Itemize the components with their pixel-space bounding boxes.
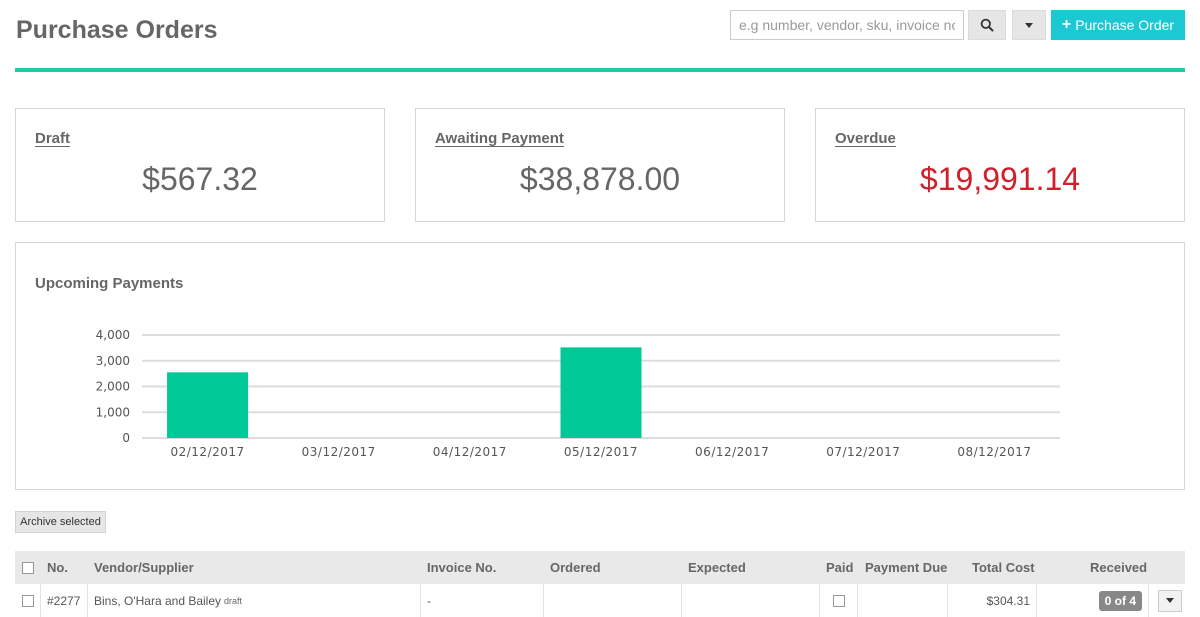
x-tick-label: 05/12/2017 [564,445,638,459]
overdue-label[interactable]: Overdue [835,130,896,147]
col-payment-due[interactable]: Payment Due [865,551,947,584]
draft-label[interactable]: Draft [35,130,70,147]
col-expected[interactable]: Expected [688,551,746,584]
y-tick-label: 2,000 [96,380,130,394]
overdue-value: $19,991.14 [919,161,1081,197]
row-vendor-name: Bins, O'Hara and Bailey [94,593,222,608]
col-total-cost[interactable]: Total Cost [972,551,1035,584]
y-tick-label: 0 [122,431,130,445]
draft-card: Draft $567.32 [15,108,385,222]
row-ordered [544,584,682,617]
overdue-card: Overdue $19,991.14 [815,108,1185,222]
filter-dropdown-button[interactable] [1012,10,1046,40]
x-tick-label: 08/12/2017 [957,445,1031,459]
caret-down-icon [1165,598,1174,603]
select-all-checkbox[interactable] [22,561,34,574]
x-tick-label: 04/12/2017 [433,445,507,459]
row-number[interactable]: #2277 [41,584,88,617]
bar [167,372,249,438]
col-received[interactable]: Received [1090,551,1147,584]
new-purchase-order-label: Purchase Order [1075,17,1175,33]
caret-down-icon [1025,22,1033,28]
y-tick-label: 4,000 [96,328,130,342]
col-no[interactable]: No. [47,551,68,584]
page-title: Purchase Orders [16,16,218,44]
upcoming-payments-panel: Upcoming Payments 0 1,000 2,000 3,000 4,000 0… [15,242,1185,490]
search-input[interactable] [730,10,964,40]
search-button[interactable] [968,10,1006,40]
header-divider [15,68,1185,72]
purchase-orders-table: No. Vendor/Supplier Invoice No. Ordered … [15,551,1185,617]
row-checkbox[interactable] [21,594,34,607]
x-tick-label: 03/12/2017 [302,445,376,459]
row-vendor[interactable]: Bins, O'Hara and Bailey draft [88,584,421,617]
row-actions-button[interactable] [1157,589,1182,612]
col-vendor[interactable]: Vendor/Supplier [94,551,194,584]
awaiting-payment-value: $38,878.00 [519,161,681,197]
plus-icon: + [1061,16,1072,33]
draft-tag: draft [224,595,243,606]
row-invoice: - [421,584,544,617]
row-total-cost: $304.31 [948,584,1037,617]
y-tick-label: 3,000 [96,354,130,368]
table-row[interactable]: #2277 Bins, O'Hara and Bailey draft - $30… [15,584,1185,617]
col-paid[interactable]: Paid [826,551,853,584]
x-tick-label: 07/12/2017 [826,445,900,459]
y-tick-label: 1,000 [96,405,130,419]
awaiting-payment-label[interactable]: Awaiting Payment [435,130,564,147]
upcoming-payments-chart: 0 1,000 2,000 3,000 4,000 02/12/2017 03/12/201… [96,328,1060,459]
x-tick-label: 06/12/2017 [695,445,769,459]
new-purchase-order-button[interactable]: + Purchase Order [1051,10,1185,40]
draft-value: $567.32 [142,161,258,197]
row-payment-due [858,584,948,617]
paid-checkbox[interactable] [832,594,845,607]
table-header: No. Vendor/Supplier Invoice No. Ordered … [15,551,1185,584]
search-icon [980,18,994,32]
col-ordered[interactable]: Ordered [550,551,601,584]
awaiting-payment-card: Awaiting Payment $38,878.00 [415,108,785,222]
bar [560,347,642,438]
archive-selected-button[interactable]: Archive selected [15,511,106,533]
col-invoice[interactable]: Invoice No. [427,551,496,584]
row-expected [682,584,820,617]
received-badge[interactable]: 0 of 4 [1098,590,1142,611]
x-tick-label: 02/12/2017 [170,445,244,459]
